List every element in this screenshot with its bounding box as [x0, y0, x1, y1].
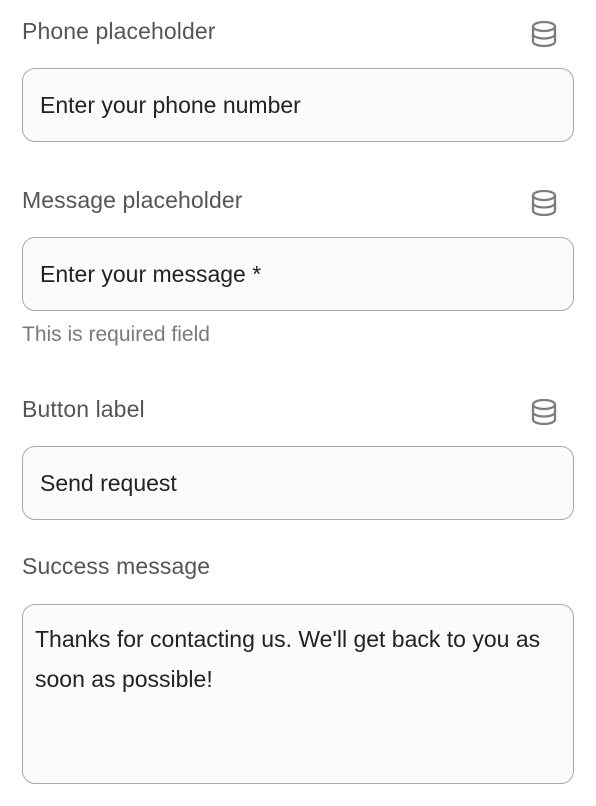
- message-placeholder-label-row: Message placeholder: [22, 185, 574, 217]
- phone-placeholder-input[interactable]: [22, 68, 574, 142]
- button-label-field: Button label: [22, 394, 574, 520]
- message-placeholder-label: Message placeholder: [22, 187, 243, 213]
- success-message-label-row: Success message: [22, 551, 574, 581]
- message-placeholder-input[interactable]: [22, 237, 574, 311]
- success-message-label: Success message: [22, 553, 211, 579]
- message-placeholder-field: Message placeholder This is required fie…: [22, 185, 574, 347]
- database-icon[interactable]: [530, 398, 558, 426]
- button-label-input[interactable]: [22, 446, 574, 520]
- phone-placeholder-field: Phone placeholder: [22, 16, 574, 142]
- success-message-textarea[interactable]: Thanks for contacting us. We'll get back…: [22, 604, 574, 784]
- button-label-label-row: Button label: [22, 394, 574, 426]
- database-icon[interactable]: [530, 20, 558, 48]
- phone-placeholder-label: Phone placeholder: [22, 18, 216, 44]
- message-placeholder-helper-text: This is required field: [22, 323, 210, 346]
- database-icon[interactable]: [530, 189, 558, 217]
- button-label-label: Button label: [22, 396, 145, 422]
- phone-placeholder-label-row: Phone placeholder: [22, 16, 574, 48]
- success-message-field: Success message Thanks for contacting us…: [22, 551, 574, 784]
